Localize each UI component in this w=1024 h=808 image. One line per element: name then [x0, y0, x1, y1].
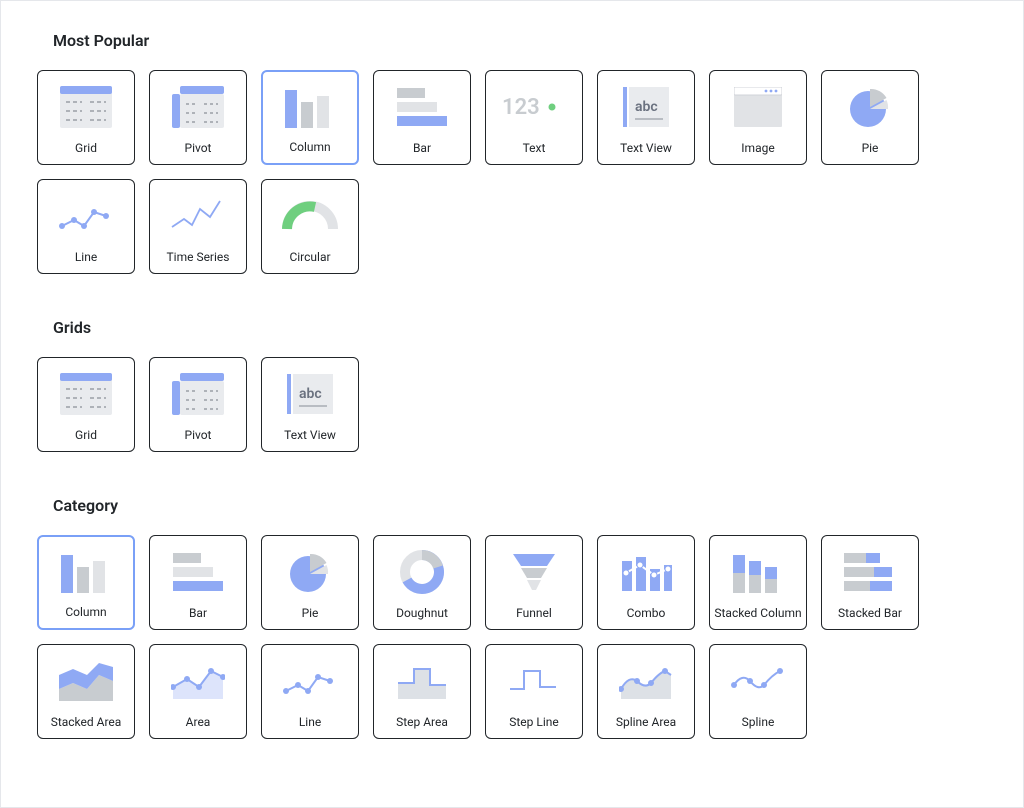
- card-label: Grid: [75, 142, 97, 164]
- line-icon: [38, 180, 134, 251]
- line-icon: [262, 645, 358, 716]
- card-label: Line: [299, 716, 321, 738]
- card-label: Text View: [620, 142, 672, 164]
- card-label: Column: [65, 606, 106, 628]
- grid-icon: [38, 71, 134, 142]
- card-label: Line: [75, 251, 97, 273]
- card-image[interactable]: Image: [709, 70, 807, 165]
- stacked-bar-icon: [822, 536, 918, 607]
- card-label: Funnel: [516, 607, 552, 629]
- spline-icon: [710, 645, 806, 716]
- svg-text:abc: abc: [299, 386, 322, 402]
- pie-icon: [262, 536, 358, 607]
- card-label: Text: [523, 142, 546, 164]
- stacked-area-icon: [38, 645, 134, 716]
- time-series-icon: [150, 180, 246, 251]
- card-pivot[interactable]: Pivot: [149, 357, 247, 452]
- card-doughnut[interactable]: Doughnut: [373, 535, 471, 630]
- card-pie[interactable]: Pie: [261, 535, 359, 630]
- card-label: Step Area: [396, 716, 448, 738]
- card-stacked-column[interactable]: Stacked Column: [709, 535, 807, 630]
- card-label: Pivot: [185, 142, 212, 164]
- section-header-grids: Grids: [53, 318, 987, 337]
- card-grid[interactable]: Grid: [37, 70, 135, 165]
- card-row-grids: Grid Pivot abc Te: [37, 357, 987, 466]
- card-row-category: Column Bar Pie: [37, 535, 987, 753]
- card-row-most-popular: Grid Pivot Column: [37, 70, 987, 288]
- card-circular[interactable]: Circular: [261, 179, 359, 274]
- card-column[interactable]: Column: [261, 70, 359, 165]
- card-stacked-area[interactable]: Stacked Area: [37, 644, 135, 739]
- grid-icon: [38, 358, 134, 429]
- svg-text:123: 123: [502, 95, 540, 120]
- card-spline-area[interactable]: Spline Area: [597, 644, 695, 739]
- card-label: Pie: [302, 607, 319, 629]
- svg-text:abc: abc: [635, 99, 658, 115]
- card-label: Grid: [75, 429, 97, 451]
- card-bar[interactable]: Bar: [373, 70, 471, 165]
- pivot-icon: [150, 358, 246, 429]
- card-label: Spline: [742, 716, 775, 738]
- card-label: Circular: [289, 251, 330, 273]
- card-label: Area: [186, 716, 211, 738]
- section-header-most-popular: Most Popular: [53, 31, 987, 50]
- text-view-icon: abc: [262, 358, 358, 429]
- card-text-view[interactable]: abc Text View: [261, 357, 359, 452]
- card-label: Combo: [627, 607, 666, 629]
- card-area[interactable]: Area: [149, 644, 247, 739]
- pie-icon: [822, 71, 918, 142]
- column-icon: [39, 537, 133, 606]
- card-label: Doughnut: [396, 607, 448, 629]
- spline-area-icon: [598, 645, 694, 716]
- card-label: Bar: [413, 142, 431, 164]
- step-line-icon: [486, 645, 582, 716]
- card-step-line[interactable]: Step Line: [485, 644, 583, 739]
- card-funnel[interactable]: Funnel: [485, 535, 583, 630]
- card-line[interactable]: Line: [37, 179, 135, 274]
- card-stacked-bar[interactable]: Stacked Bar: [821, 535, 919, 630]
- card-label: Pivot: [185, 429, 212, 451]
- section-header-category: Category: [53, 496, 987, 515]
- card-combo[interactable]: Combo: [597, 535, 695, 630]
- card-label: Spline Area: [616, 716, 676, 738]
- card-pivot[interactable]: Pivot: [149, 70, 247, 165]
- column-icon: [263, 72, 357, 141]
- card-line[interactable]: Line: [261, 644, 359, 739]
- card-label: Pie: [862, 142, 879, 164]
- bar-icon: [374, 71, 470, 142]
- bar-icon: [150, 536, 246, 607]
- card-label: Image: [741, 142, 774, 164]
- combo-icon: [598, 536, 694, 607]
- funnel-icon: [486, 536, 582, 607]
- card-text-view[interactable]: abc Text View: [597, 70, 695, 165]
- card-spline[interactable]: Spline: [709, 644, 807, 739]
- card-column[interactable]: Column: [37, 535, 135, 630]
- image-icon: [710, 71, 806, 142]
- card-pie[interactable]: Pie: [821, 70, 919, 165]
- card-label: Column: [289, 141, 330, 163]
- text-view-icon: abc: [598, 71, 694, 142]
- card-label: Stacked Area: [51, 716, 122, 738]
- card-label: Stacked Column: [714, 607, 801, 629]
- doughnut-icon: [374, 536, 470, 607]
- card-label: Time Series: [167, 251, 230, 273]
- stacked-column-icon: [710, 536, 806, 607]
- circular-icon: [262, 180, 358, 251]
- card-label: Step Line: [509, 716, 559, 738]
- card-grid[interactable]: Grid: [37, 357, 135, 452]
- card-bar[interactable]: Bar: [149, 535, 247, 630]
- pivot-icon: [150, 71, 246, 142]
- card-step-area[interactable]: Step Area: [373, 644, 471, 739]
- step-area-icon: [374, 645, 470, 716]
- card-time-series[interactable]: Time Series: [149, 179, 247, 274]
- text-icon: 123: [486, 71, 582, 142]
- card-label: Text View: [284, 429, 336, 451]
- card-label: Bar: [189, 607, 207, 629]
- area-icon: [150, 645, 246, 716]
- card-label: Stacked Bar: [838, 607, 902, 629]
- card-text[interactable]: 123 Text: [485, 70, 583, 165]
